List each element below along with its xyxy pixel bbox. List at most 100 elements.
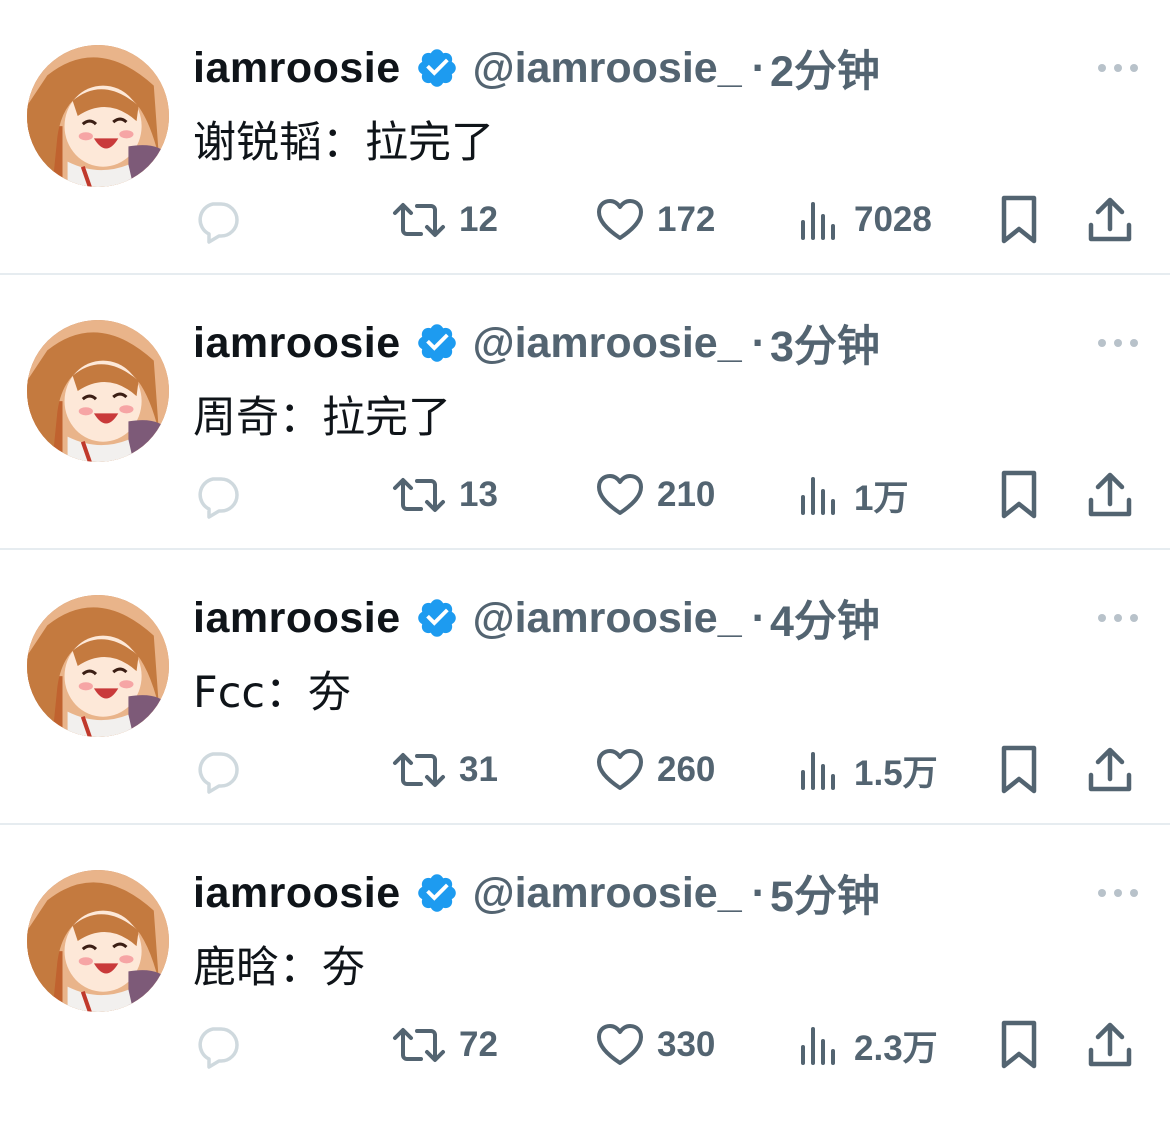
bookmark-button[interactable]: [998, 467, 1040, 523]
separator-dot: ·: [751, 318, 766, 367]
tweet-header: iamroosie @iamroosie_ · 3分钟: [193, 312, 880, 374]
share-button[interactable]: [1086, 467, 1134, 523]
tweet-text: 谢锐韬：拉完了: [193, 118, 494, 168]
views-icon: [798, 1021, 842, 1069]
separator-dot: ·: [751, 868, 766, 917]
separator-dot: ·: [751, 593, 766, 642]
tweet[interactable]: iamroosie @iamroosie_ · 3分钟 周奇：拉完了 13 21…: [0, 275, 1170, 550]
handle[interactable]: @iamroosie_: [473, 869, 742, 918]
reply-icon: [193, 1021, 241, 1069]
views-icon: [798, 196, 842, 244]
heart-icon: [595, 1021, 645, 1069]
retweet-button[interactable]: 72: [391, 1017, 498, 1073]
share-button[interactable]: [1086, 192, 1134, 248]
retweet-count: 72: [459, 1025, 498, 1064]
reply-icon: [193, 746, 241, 794]
tweet-text: Fcc：夯: [193, 668, 352, 718]
bookmark-icon: [998, 194, 1040, 246]
views-button[interactable]: 1.5万: [798, 742, 938, 798]
reply-icon: [193, 196, 241, 244]
retweet-button[interactable]: 13: [391, 467, 498, 523]
reply-button[interactable]: [193, 467, 241, 523]
timestamp[interactable]: 2分钟: [770, 37, 880, 99]
more-icon[interactable]: [1096, 608, 1140, 628]
display-name[interactable]: iamroosie: [193, 319, 401, 368]
more-icon[interactable]: [1096, 333, 1140, 353]
tweet[interactable]: iamroosie @iamroosie_ · 4分钟 Fcc：夯 31 260…: [0, 550, 1170, 825]
avatar[interactable]: [27, 595, 169, 737]
like-button[interactable]: 210: [595, 467, 715, 523]
view-count: 1.5万: [854, 753, 938, 793]
views-icon: [798, 746, 842, 794]
heart-icon: [595, 471, 645, 519]
action-bar: 13 210 1万: [193, 467, 1143, 523]
share-icon: [1086, 470, 1134, 520]
like-button[interactable]: 330: [595, 1017, 715, 1073]
bookmark-button[interactable]: [998, 192, 1040, 248]
bookmark-icon: [998, 744, 1040, 796]
share-icon: [1086, 1020, 1134, 1070]
avatar[interactable]: [27, 870, 169, 1012]
handle[interactable]: @iamroosie_: [473, 319, 742, 368]
more-icon[interactable]: [1096, 883, 1140, 903]
views-button[interactable]: 2.3万: [798, 1017, 938, 1073]
retweet-button[interactable]: 12: [391, 192, 498, 248]
timestamp[interactable]: 4分钟: [770, 587, 880, 649]
reply-button[interactable]: [193, 1017, 241, 1073]
retweet-button[interactable]: 31: [391, 742, 498, 798]
share-button[interactable]: [1086, 742, 1134, 798]
like-count: 260: [657, 750, 716, 789]
handle[interactable]: @iamroosie_: [473, 594, 742, 643]
bookmark-button[interactable]: [998, 1017, 1040, 1073]
like-button[interactable]: 172: [595, 192, 715, 248]
separator-dot: ·: [751, 43, 766, 92]
like-button[interactable]: 260: [595, 742, 715, 798]
retweet-icon: [391, 746, 447, 794]
bookmark-button[interactable]: [998, 742, 1040, 798]
display-name[interactable]: iamroosie: [193, 869, 401, 918]
more-icon[interactable]: [1096, 58, 1140, 78]
view-count: 2.3万: [854, 1028, 938, 1068]
avatar-image: [27, 45, 169, 187]
reply-button[interactable]: [193, 192, 241, 248]
verified-badge-icon: [415, 46, 459, 90]
avatar[interactable]: [27, 320, 169, 462]
action-bar: 31 260 1.5万: [193, 742, 1143, 798]
view-count: 1万: [854, 478, 909, 518]
views-button[interactable]: 7028: [798, 192, 932, 248]
tweet-feed: iamroosie @iamroosie_ · 2分钟 谢锐韬：拉完了 12 1…: [0, 0, 1170, 1100]
verified-badge-icon: [415, 321, 459, 365]
timestamp[interactable]: 3分钟: [770, 312, 880, 374]
tweet[interactable]: iamroosie @iamroosie_ · 2分钟 谢锐韬：拉完了 12 1…: [0, 0, 1170, 275]
timestamp[interactable]: 5分钟: [770, 862, 880, 924]
reply-icon: [193, 471, 241, 519]
share-icon: [1086, 195, 1134, 245]
display-name[interactable]: iamroosie: [193, 44, 401, 93]
like-count: 210: [657, 475, 716, 514]
heart-icon: [595, 746, 645, 794]
retweet-icon: [391, 1021, 447, 1069]
retweet-count: 12: [459, 200, 498, 239]
action-bar: 12 172 7028: [193, 192, 1143, 248]
like-count: 172: [657, 200, 716, 239]
avatar-image: [27, 870, 169, 1012]
views-button[interactable]: 1万: [798, 467, 908, 523]
share-button[interactable]: [1086, 1017, 1134, 1073]
tweet-header: iamroosie @iamroosie_ · 4分钟: [193, 587, 880, 649]
bookmark-icon: [998, 469, 1040, 521]
tweet-text: 鹿晗：夯: [193, 943, 365, 993]
tweet-text: 周奇：拉完了: [193, 393, 451, 443]
avatar[interactable]: [27, 45, 169, 187]
display-name[interactable]: iamroosie: [193, 594, 401, 643]
heart-icon: [595, 196, 645, 244]
tweet-header: iamroosie @iamroosie_ · 5分钟: [193, 862, 880, 924]
reply-button[interactable]: [193, 742, 241, 798]
like-count: 330: [657, 1025, 716, 1064]
bookmark-icon: [998, 1019, 1040, 1071]
verified-badge-icon: [415, 871, 459, 915]
tweet[interactable]: iamroosie @iamroosie_ · 5分钟 鹿晗：夯 72 330 …: [0, 825, 1170, 1100]
retweet-icon: [391, 196, 447, 244]
handle[interactable]: @iamroosie_: [473, 44, 742, 93]
tweet-header: iamroosie @iamroosie_ · 2分钟: [193, 37, 880, 99]
retweet-count: 31: [459, 750, 498, 789]
